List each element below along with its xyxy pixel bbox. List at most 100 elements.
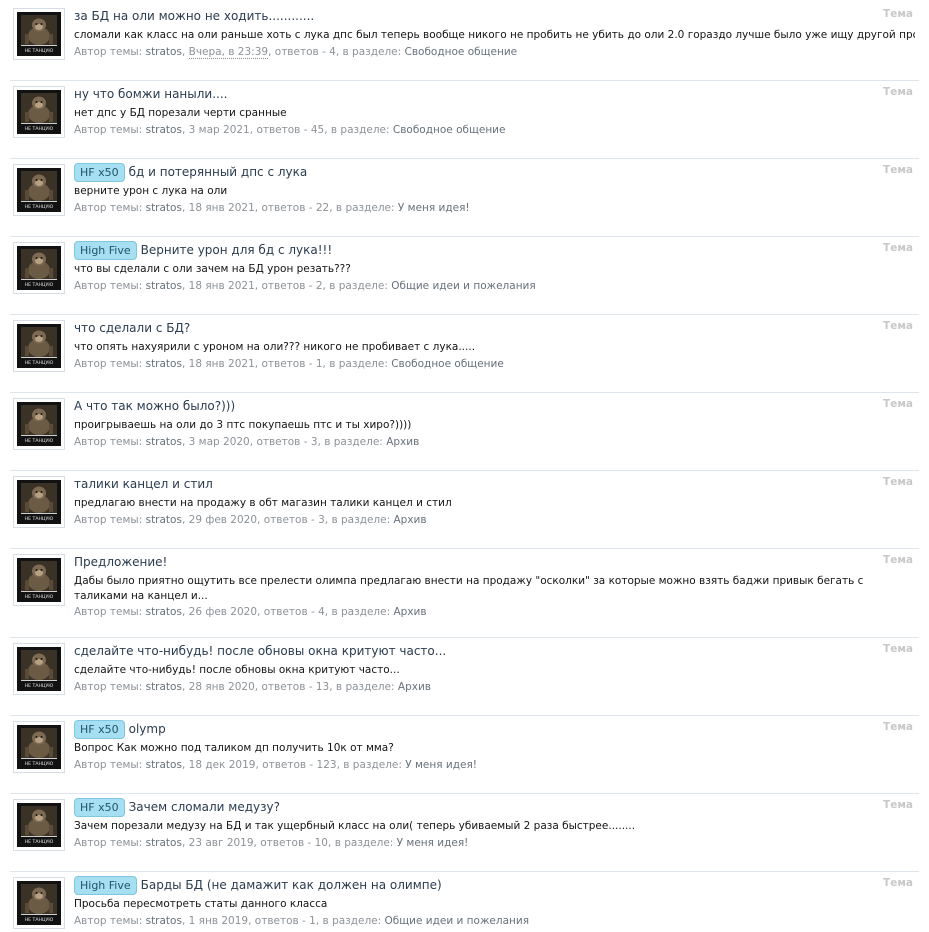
user-avatar[interactable]: НЕ ТАНЦУЮ xyxy=(13,242,65,294)
thread-prefix-badge[interactable]: High Five xyxy=(74,875,137,895)
forum-link[interactable]: Общие идеи и пожелания xyxy=(391,280,535,292)
content-type-label: Тема xyxy=(883,643,913,655)
user-avatar[interactable]: НЕ ТАНЦУЮ xyxy=(13,721,65,773)
thread-title[interactable]: Верните урон для бд с лука!!! xyxy=(141,242,333,258)
content-type-label: Тема xyxy=(883,476,913,488)
divider xyxy=(10,392,919,393)
forum-link[interactable]: Свободное общение xyxy=(391,358,504,370)
author-link[interactable]: stratos xyxy=(146,358,182,370)
author-link[interactable]: stratos xyxy=(146,46,182,58)
forum-link[interactable]: Общие идеи и пожелания xyxy=(385,915,529,927)
thread-title[interactable]: ну что бомжи наныли.... xyxy=(74,86,227,102)
thread-meta: Автор темы: stratos, 18 янв 2021, ответо… xyxy=(74,358,504,370)
user-avatar[interactable]: НЕ ТАНЦУЮ xyxy=(13,799,65,851)
content-type-label: Тема xyxy=(883,877,913,889)
thread-prefix-badge[interactable]: High Five xyxy=(74,240,137,260)
thread-snippet: что вы сделали с оли зачем на БД урон ре… xyxy=(74,263,351,275)
list-item: НЕ ТАНЦУЮ Предложение! Дабы было приятно… xyxy=(0,548,929,637)
thread-title[interactable]: что сделали с БД? xyxy=(74,320,190,336)
forum-link[interactable]: Архив xyxy=(398,681,431,693)
forum-link[interactable]: Свободное общение xyxy=(405,46,518,58)
author-link[interactable]: stratos xyxy=(146,124,182,136)
content-type-label: Тема xyxy=(883,164,913,176)
divider xyxy=(10,158,919,159)
thread-title[interactable]: за БД на оли можно не ходить............ xyxy=(74,8,314,24)
thread-date: 29 фев 2020 xyxy=(188,514,258,526)
forum-link[interactable]: Архив xyxy=(386,436,419,448)
user-avatar[interactable]: НЕ ТАНЦУЮ xyxy=(13,164,65,216)
content-type-label: Тема xyxy=(883,554,913,566)
thread-date: 3 мар 2020 xyxy=(188,436,250,448)
thread-prefix-badge[interactable]: HF x50 xyxy=(74,719,125,739)
avatar-caption: НЕ ТАНЦУЮ xyxy=(25,48,54,54)
forum-link[interactable]: У меня идея! xyxy=(398,202,470,214)
forum-link[interactable]: Свободное общение xyxy=(393,124,506,136)
thread-meta: Автор темы: stratos, 3 мар 2021, ответов… xyxy=(74,124,506,136)
avatar-caption: НЕ ТАНЦУЮ xyxy=(25,839,54,845)
avatar-image: НЕ ТАНЦУЮ xyxy=(17,647,61,691)
divider xyxy=(10,470,919,471)
thread-title[interactable]: сделайте что-нибудь! после обновы окна к… xyxy=(74,643,446,659)
list-item: НЕ ТАНЦУЮ High Five Барды БД (не дамажит… xyxy=(0,871,929,932)
list-item: НЕ ТАНЦУЮ сделайте что-нибудь! после обн… xyxy=(0,637,929,715)
thread-meta: Автор темы: stratos, 18 янв 2021, ответо… xyxy=(74,202,470,214)
thread-title[interactable]: Предложение! xyxy=(74,554,167,570)
thread-title[interactable]: А что так можно было?))) xyxy=(74,398,235,414)
user-avatar[interactable]: НЕ ТАНЦУЮ xyxy=(13,8,65,60)
content-type-label: Тема xyxy=(883,86,913,98)
avatar-image: НЕ ТАНЦУЮ xyxy=(17,12,61,56)
author-link[interactable]: stratos xyxy=(146,514,182,526)
avatar-caption: НЕ ТАНЦУЮ xyxy=(25,917,54,923)
content-type-label: Тема xyxy=(883,721,913,733)
thread-title[interactable]: olymp xyxy=(129,721,166,737)
thread-meta: Автор темы: stratos, 3 мар 2020, ответов… xyxy=(74,436,420,448)
avatar-caption: НЕ ТАНЦУЮ xyxy=(25,126,54,132)
thread-date: 18 дек 2019 xyxy=(188,759,256,771)
author-link[interactable]: stratos xyxy=(146,837,182,849)
thread-meta: Автор темы: stratos, Вчера, в 23:39, отв… xyxy=(74,46,518,59)
author-link[interactable]: stratos xyxy=(146,606,182,618)
thread-title[interactable]: бд и потерянный дпс с лука xyxy=(129,164,308,180)
avatar-caption: НЕ ТАНЦУЮ xyxy=(25,282,54,288)
avatar-image: НЕ ТАНЦУЮ xyxy=(17,246,61,290)
thread-snippet: предлагаю внести на продажу в обт магази… xyxy=(74,497,452,509)
reply-count: 1 xyxy=(309,915,316,927)
forum-link[interactable]: У меня идея! xyxy=(405,759,477,771)
user-avatar[interactable]: НЕ ТАНЦУЮ xyxy=(13,398,65,450)
user-avatar[interactable]: НЕ ТАНЦУЮ xyxy=(13,476,65,528)
author-link[interactable]: stratos xyxy=(146,681,182,693)
thread-title[interactable]: Зачем сломали медузу? xyxy=(129,799,280,815)
reply-count: 3 xyxy=(318,514,325,526)
avatar-image: НЕ ТАНЦУЮ xyxy=(17,803,61,847)
author-link[interactable]: stratos xyxy=(146,436,182,448)
forum-link[interactable]: У меня идея! xyxy=(397,837,469,849)
thread-date: 18 янв 2021 xyxy=(188,202,255,214)
divider xyxy=(10,314,919,315)
thread-prefix-badge[interactable]: HF x50 xyxy=(74,162,125,182)
user-avatar[interactable]: НЕ ТАНЦУЮ xyxy=(13,877,65,929)
thread-title[interactable]: талики канцел и стил xyxy=(74,476,213,492)
author-link[interactable]: stratos xyxy=(146,280,182,292)
list-item: НЕ ТАНЦУЮ HF x50 Зачем сломали медузу? З… xyxy=(0,793,929,871)
thread-title[interactable]: Барды БД (не дамажит как должен на олимп… xyxy=(141,877,442,893)
user-avatar[interactable]: НЕ ТАНЦУЮ xyxy=(13,320,65,372)
user-avatar[interactable]: НЕ ТАНЦУЮ xyxy=(13,86,65,138)
reply-count: 13 xyxy=(315,681,330,693)
thread-date: 28 янв 2020 xyxy=(188,681,255,693)
thread-prefix-badge[interactable]: HF x50 xyxy=(74,797,125,817)
author-link[interactable]: stratos xyxy=(146,915,182,927)
author-link[interactable]: stratos xyxy=(146,759,182,771)
thread-meta: Автор темы: stratos, 28 янв 2020, ответо… xyxy=(74,681,431,693)
divider xyxy=(10,637,919,638)
list-item: НЕ ТАНЦУЮ за БД на оли можно не ходить..… xyxy=(0,2,929,80)
author-link[interactable]: stratos xyxy=(146,202,182,214)
avatar-image: НЕ ТАНЦУЮ xyxy=(17,881,61,925)
forum-link[interactable]: Архив xyxy=(393,514,426,526)
user-avatar[interactable]: НЕ ТАНЦУЮ xyxy=(13,554,65,606)
user-avatar[interactable]: НЕ ТАНЦУЮ xyxy=(13,643,65,695)
content-type-label: Тема xyxy=(883,398,913,410)
forum-link[interactable]: Архив xyxy=(393,606,426,618)
thread-meta: Автор темы: stratos, 1 янв 2019, ответов… xyxy=(74,915,530,927)
list-item: НЕ ТАНЦУЮ ну что бомжи наныли.... нет дп… xyxy=(0,80,929,158)
thread-snippet: Вопрос Как можно под таликом дп получить… xyxy=(74,742,394,754)
